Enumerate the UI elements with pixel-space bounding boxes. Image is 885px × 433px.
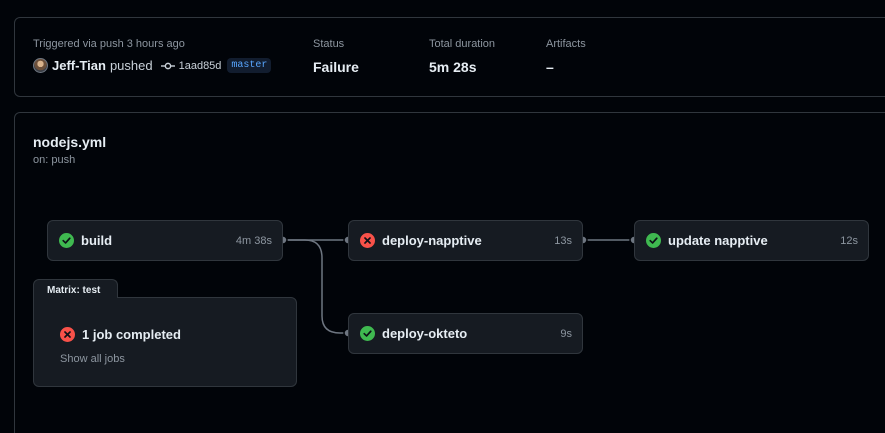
failure-x-icon — [60, 327, 75, 342]
job-deploy-okteto[interactable]: deploy-okteto 9s — [348, 313, 583, 354]
workflow-trigger: on: push — [33, 154, 76, 166]
duration-value: 5m 28s — [429, 59, 477, 75]
show-all-jobs-link[interactable]: Show all jobs — [60, 353, 125, 365]
success-check-icon — [59, 233, 74, 248]
commit-sha-link[interactable]: 1aad85d — [179, 60, 222, 72]
trigger-section: Triggered via push 3 hours ago Jeff-Tian… — [33, 38, 272, 73]
branch-badge[interactable]: master — [227, 58, 272, 73]
workflow-file-name[interactable]: nodejs.yml — [33, 134, 106, 150]
job-duration: 9s — [560, 327, 572, 340]
user-avatar[interactable] — [33, 58, 48, 73]
user-link[interactable]: Jeff-Tian — [52, 58, 106, 73]
job-name: deploy-napptive — [382, 233, 482, 248]
artifacts-section: Artifacts – — [546, 38, 586, 75]
run-summary-panel: Triggered via push 3 hours ago Jeff-Tian… — [14, 17, 885, 97]
status-label: Status — [313, 38, 345, 50]
push-action-text: pushed — [109, 58, 153, 73]
job-deploy-napptive[interactable]: deploy-napptive 13s — [348, 220, 583, 261]
job-name: deploy-okteto — [382, 326, 468, 341]
job-name: build — [81, 233, 113, 248]
job-duration: 4m 38s — [235, 234, 272, 247]
matrix-status-text: 1 job completed — [82, 327, 181, 342]
success-check-icon — [646, 233, 661, 248]
failure-x-icon — [360, 233, 375, 248]
status-section: Status Failure — [313, 38, 359, 75]
job-build[interactable]: build 4m 38s — [47, 220, 283, 261]
success-check-icon — [360, 326, 375, 341]
artifacts-value: – — [546, 59, 554, 75]
matrix-status[interactable]: 1 job completed — [60, 327, 181, 342]
trigger-label: Triggered via push 3 hours ago — [33, 38, 185, 50]
job-duration: 12s — [840, 234, 858, 247]
status-value: Failure — [313, 59, 359, 75]
matrix-tab-joint — [34, 296, 117, 299]
job-duration: 13s — [554, 234, 572, 247]
duration-section: Total duration 5m 28s — [429, 38, 495, 75]
job-name: update napptive — [668, 233, 768, 248]
duration-label: Total duration — [429, 38, 496, 50]
git-commit-icon — [160, 62, 175, 69]
artifacts-label: Artifacts — [546, 38, 586, 50]
job-update-napptive[interactable]: update napptive 12s — [634, 220, 869, 261]
matrix-job-group: 1 job completed Show all jobs — [33, 297, 297, 387]
